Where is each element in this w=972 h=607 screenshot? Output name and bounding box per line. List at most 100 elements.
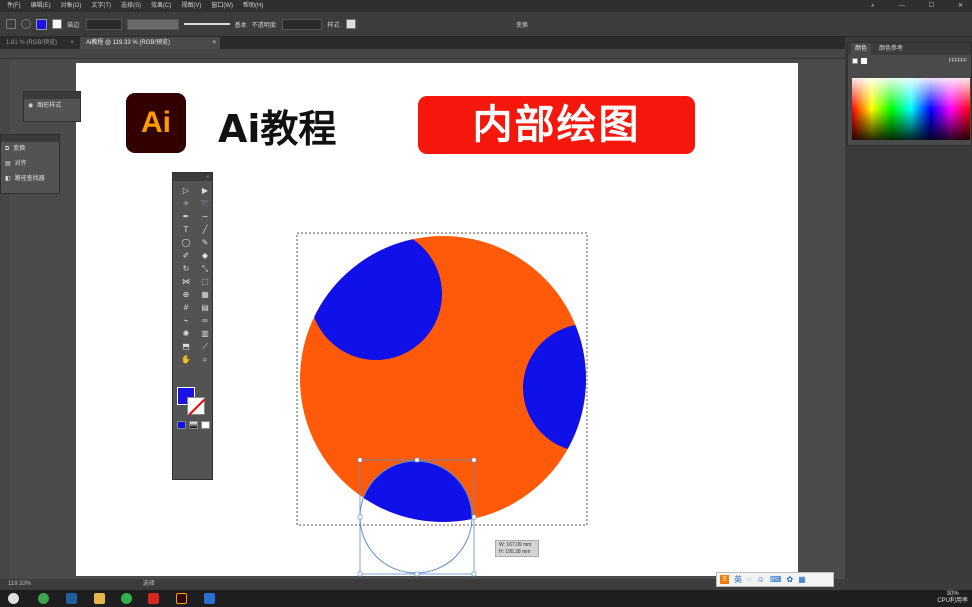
none-mode-icon[interactable] xyxy=(201,421,210,429)
artwork-drawing[interactable] xyxy=(290,228,600,580)
ime-emoji-icon[interactable]: ☺ xyxy=(757,575,765,584)
menu-window[interactable]: 窗口(W) xyxy=(206,0,238,12)
color-mode-icon[interactable] xyxy=(177,421,186,429)
transform-panel-item[interactable]: ⧉ 变换 xyxy=(1,142,59,157)
paintbrush-tool-icon[interactable]: ✎ xyxy=(197,237,213,249)
handle-mr[interactable] xyxy=(471,514,477,520)
stroke-swatch[interactable] xyxy=(52,19,62,29)
folder-icon[interactable] xyxy=(94,593,105,604)
artboard-tool-icon[interactable]: ⬒ xyxy=(178,341,194,353)
type-tool-icon[interactable]: T xyxy=(178,224,194,236)
perspective-grid-tool-icon[interactable]: ▦ xyxy=(197,289,213,301)
opacity-field[interactable] xyxy=(282,18,323,30)
ime-skin-icon[interactable]: ✿ xyxy=(786,575,793,584)
style-swatch[interactable] xyxy=(346,19,357,29)
align-controls[interactable] xyxy=(361,18,512,30)
handle-tl[interactable] xyxy=(357,457,363,463)
stroke-profile-line[interactable] xyxy=(183,23,230,25)
gradient-mode-icon[interactable] xyxy=(189,421,198,429)
handle-ml[interactable] xyxy=(357,514,363,520)
stroke-weight-field[interactable] xyxy=(85,18,122,30)
blend-tool-icon[interactable]: ∞ xyxy=(197,315,213,327)
zoom-tool-icon[interactable]: ⌕ xyxy=(197,354,213,366)
menu-view[interactable]: 视图(V) xyxy=(176,0,206,12)
blue-circle-bottom[interactable] xyxy=(360,461,472,573)
line-tool-icon[interactable]: ╱ xyxy=(197,224,213,236)
menu-type[interactable]: 文字(T) xyxy=(86,0,116,12)
menu-file[interactable]: 件(F) xyxy=(2,0,26,12)
handle-br[interactable] xyxy=(471,571,477,577)
graphic-styles-item[interactable]: ◉ 图形样式 xyxy=(24,99,80,114)
menu-edit[interactable]: 编辑(E) xyxy=(26,0,56,12)
close-icon[interactable]: ✕ xyxy=(953,0,968,12)
selection-tool-icon[interactable]: ▷ xyxy=(178,185,194,197)
wps-icon[interactable] xyxy=(148,593,159,604)
transform-icon[interactable] xyxy=(6,19,16,29)
pathfinder-panel-item[interactable]: ◧ 路径查找器 xyxy=(1,172,59,187)
zoom-level[interactable]: 119.33% xyxy=(8,581,31,587)
direct-selection-tool-icon[interactable]: ▶ xyxy=(197,185,213,197)
menu-help[interactable]: 帮助(H) xyxy=(238,0,268,12)
stroke-color-swatch[interactable] xyxy=(187,397,205,415)
tools-panel-header[interactable]: « xyxy=(173,173,212,181)
tab-close-icon[interactable]: × xyxy=(212,37,216,49)
hex-value[interactable]: FFFFFF xyxy=(949,58,967,64)
maximize-icon[interactable]: ☐ xyxy=(924,0,939,12)
scale-tool-icon[interactable]: ⤡ xyxy=(197,263,213,275)
menu-select[interactable]: 选择(S) xyxy=(116,0,146,12)
video-icon[interactable] xyxy=(204,593,215,604)
ime-mode-icon[interactable]: 英 xyxy=(734,574,742,585)
panel-header[interactable] xyxy=(1,135,59,142)
minimize-icon[interactable]: — xyxy=(894,0,910,12)
menu-effect[interactable]: 效果(C) xyxy=(146,0,176,12)
hand-tool-icon[interactable]: ✋ xyxy=(178,354,194,366)
tab-close-icon[interactable]: × xyxy=(70,37,74,49)
transform-label[interactable]: 变换 xyxy=(516,20,528,29)
ime-keyboard-icon[interactable]: ⌨ xyxy=(770,575,782,584)
curvature-tool-icon[interactable]: ∼ xyxy=(197,211,213,223)
tab-color-guide[interactable]: 颜色参考 xyxy=(879,43,903,55)
lasso-tool-icon[interactable]: ➰ xyxy=(197,198,213,210)
shaper-tool-icon[interactable]: ✐ xyxy=(178,250,194,262)
menu-object[interactable]: 对象(O) xyxy=(56,0,87,12)
ellipse-tool-icon[interactable]: ◯ xyxy=(178,237,194,249)
eyedropper-tool-icon[interactable]: ⌁ xyxy=(178,315,194,327)
blue-circle-top-left[interactable] xyxy=(310,228,442,360)
free-transform-tool-icon[interactable]: ⬚ xyxy=(197,276,213,288)
panel-header[interactable] xyxy=(24,92,80,99)
rotate-tool-icon[interactable]: ↻ xyxy=(178,263,194,275)
slice-tool-icon[interactable]: ⟋ xyxy=(197,341,213,353)
pen-tool-icon[interactable]: ✒ xyxy=(178,211,194,223)
start-icon[interactable] xyxy=(8,593,19,604)
photoshop-icon[interactable] xyxy=(66,593,77,604)
handle-bm[interactable] xyxy=(414,571,420,577)
tab-document-active[interactable]: Ai教程 @ 119.33 % (RGB/预览) × xyxy=(80,37,220,49)
align-panel-item[interactable]: ▤ 对齐 xyxy=(1,157,59,172)
color-spectrum[interactable] xyxy=(852,78,970,140)
eraser-tool-icon[interactable]: ◆ xyxy=(197,250,213,262)
tab-document-1[interactable]: 1.81 % (RGB/预览) × xyxy=(0,37,78,49)
stroke-indicator-icon[interactable] xyxy=(861,58,867,64)
gradient-tool-icon[interactable]: ▤ xyxy=(197,302,213,314)
recolor-icon[interactable] xyxy=(21,19,31,29)
mesh-tool-icon[interactable]: # xyxy=(178,302,194,314)
ime-punct-icon[interactable]: ◌ xyxy=(747,575,752,584)
tab-color[interactable]: 颜色 xyxy=(851,43,872,55)
magic-wand-tool-icon[interactable]: ✧ xyxy=(178,198,194,210)
variable-width-field[interactable] xyxy=(126,18,179,30)
browser-icon[interactable] xyxy=(38,593,49,604)
width-tool-icon[interactable]: ⋈ xyxy=(178,276,194,288)
horizontal-ruler[interactable] xyxy=(0,49,845,59)
handle-tm[interactable] xyxy=(414,457,420,463)
fill-indicator-icon[interactable] xyxy=(852,58,858,64)
wechat-icon[interactable] xyxy=(121,593,132,604)
fill-swatch[interactable] xyxy=(36,18,47,30)
graph-tool-icon[interactable]: ▥ xyxy=(197,328,213,340)
shape-builder-tool-icon[interactable]: ⊕ xyxy=(178,289,194,301)
ime-tools-icon[interactable]: ▦ xyxy=(798,575,806,584)
symbol-sprayer-tool-icon[interactable]: ✺ xyxy=(178,328,194,340)
search-icon[interactable]: ⌕ xyxy=(866,0,879,12)
handle-bl[interactable] xyxy=(357,571,363,577)
handle-tr[interactable] xyxy=(471,457,477,463)
sogou-icon[interactable]: S xyxy=(720,575,729,584)
